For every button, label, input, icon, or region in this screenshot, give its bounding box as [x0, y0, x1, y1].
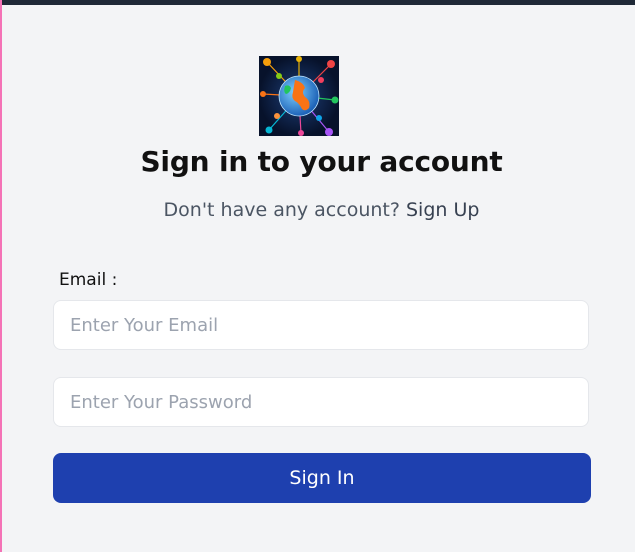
email-label: Email :	[59, 270, 118, 290]
email-field[interactable]	[53, 300, 589, 350]
sign-in-button[interactable]: Sign In	[53, 453, 591, 503]
signup-prompt-text: Don't have any account?	[163, 199, 400, 221]
password-field[interactable]	[53, 377, 589, 427]
signup-prompt: Don't have any account? Sign Up	[0, 199, 635, 221]
left-edge-accent	[0, 0, 2, 552]
globe-network-icon	[259, 56, 339, 136]
signup-link[interactable]: Sign Up	[406, 199, 479, 221]
top-bar	[0, 0, 635, 5]
page-title: Sign in to your account	[140, 145, 503, 178]
